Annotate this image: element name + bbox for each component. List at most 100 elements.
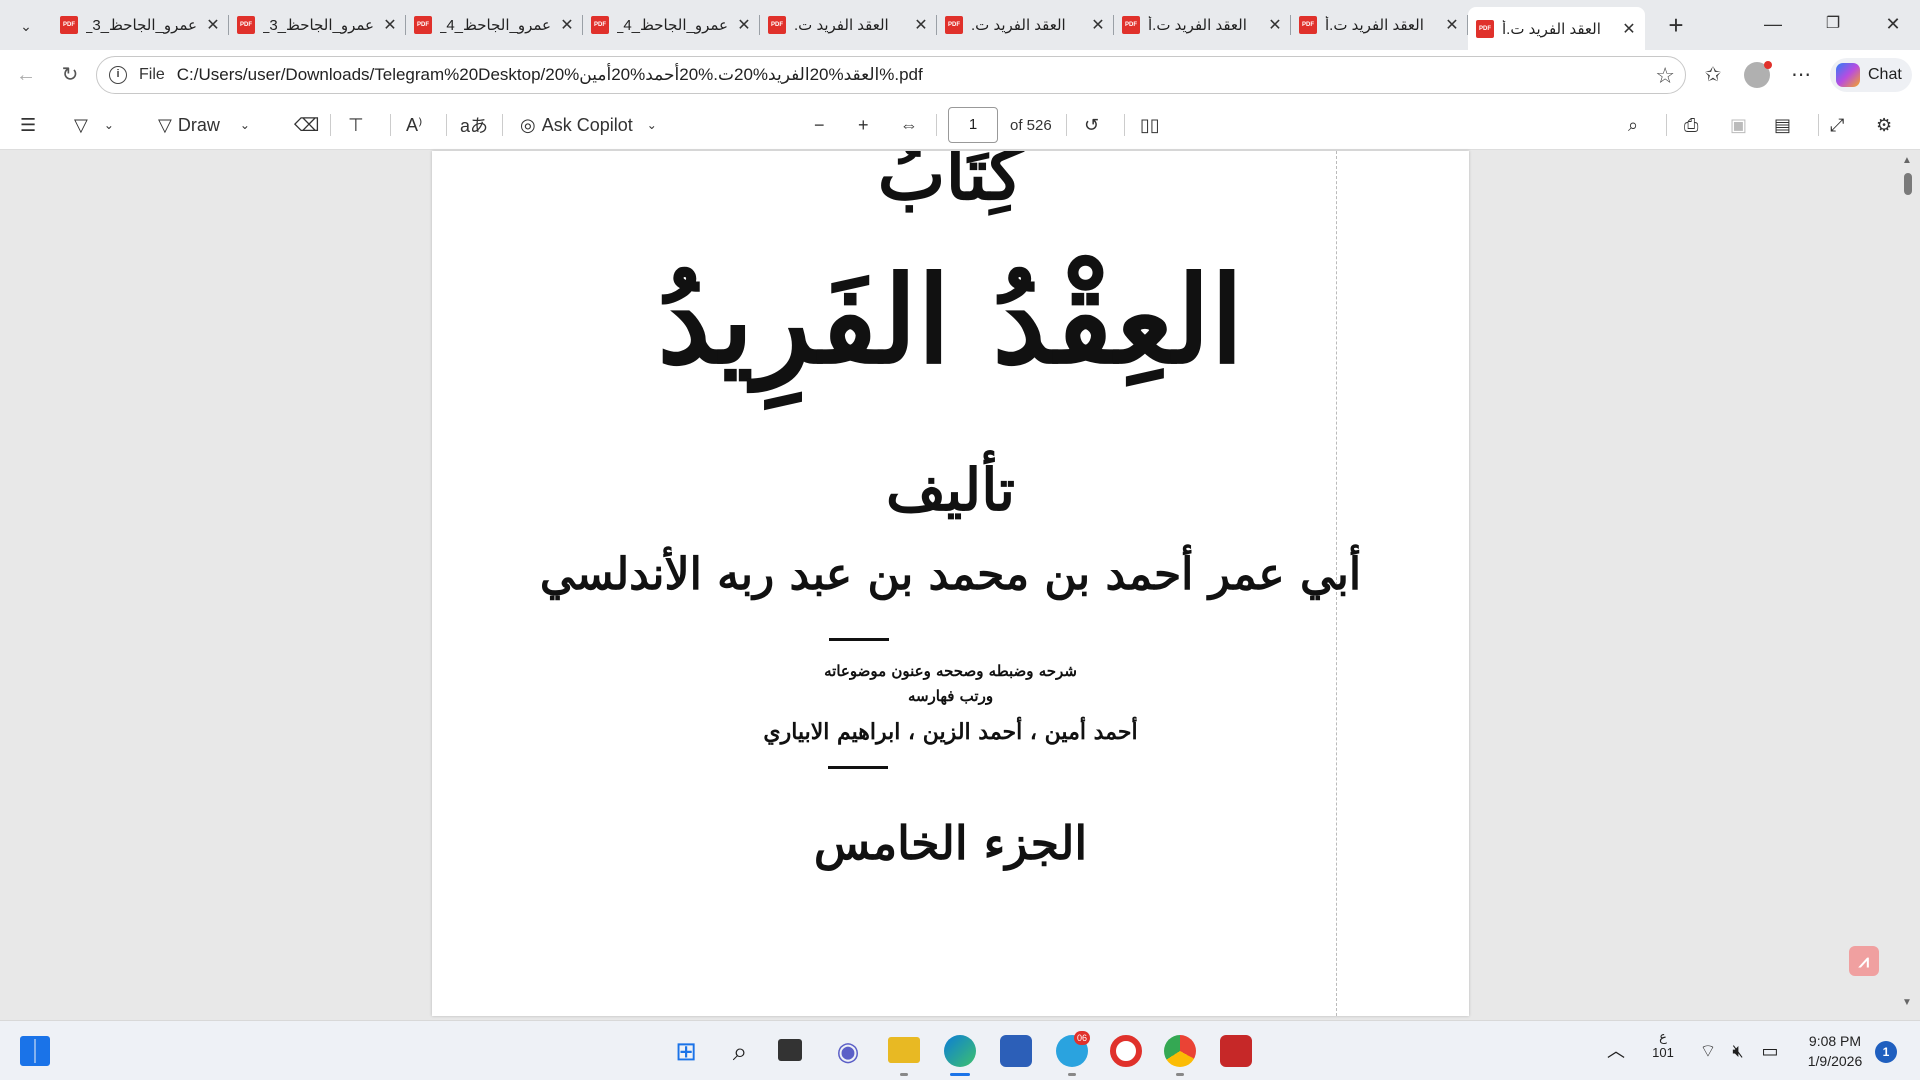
page-number-input[interactable]: 1 — [948, 107, 998, 143]
ask-copilot-button[interactable]: ◎ Ask Copilot ⌄ — [520, 110, 657, 140]
browser-tab[interactable]: PDF العقد الفريد ت. ✕ — [937, 7, 1114, 43]
restore-window-button[interactable]: ❐ — [1810, 8, 1856, 40]
windows-start-icon[interactable]: ⊞ — [668, 1033, 704, 1069]
browser-tab-active[interactable]: PDF العقد الفريد ت.أ ✕ — [1468, 7, 1645, 50]
page-view-button[interactable]: ▯▯ — [1140, 110, 1160, 140]
ask-copilot-label: Ask Copilot — [541, 114, 633, 135]
vertical-scrollbar[interactable]: ▲ ▼ — [1900, 151, 1914, 1016]
pdf-viewer[interactable]: كِتَابُ العِقْدُ الفَرِيدُ تأليف أبي عمر… — [0, 151, 1920, 1016]
favorites-icon[interactable]: ✩ — [1696, 59, 1730, 91]
page-total: of 526 — [1010, 117, 1052, 134]
pdf-file-icon: PDF — [945, 16, 963, 34]
contents-button[interactable]: ☰ — [20, 110, 36, 140]
credits-line-2: ورتب فهارسه — [907, 687, 994, 705]
navigation-bar: ← ↻ i File C:/Users/user/Downloads/Teleg… — [0, 50, 1920, 100]
copilot-outline-icon: ◎ — [520, 114, 536, 135]
close-tab-icon[interactable]: ✕ — [205, 15, 221, 35]
chrome-browser-icon[interactable] — [1164, 1035, 1196, 1067]
scroll-thumb[interactable] — [1904, 173, 1912, 195]
settings-button[interactable]: ⚙ — [1876, 110, 1892, 140]
close-tab-icon[interactable]: ✕ — [1444, 15, 1460, 35]
browser-tab[interactable]: PDF عمرو_الجاحظ_4_ا ✕ — [583, 7, 760, 43]
system-clock[interactable]: 9:08 PM 1/9/2026 — [1790, 1031, 1880, 1071]
search-icon[interactable]: ⌕ — [722, 1033, 758, 1069]
zoom-out-button[interactable]: − — [814, 110, 825, 140]
running-indicator — [1176, 1073, 1184, 1076]
scroll-down-icon[interactable]: ▼ — [1902, 997, 1912, 1008]
input-language-indicator[interactable]: ع 101 — [1648, 1029, 1678, 1060]
close-tab-icon[interactable]: ✕ — [1090, 15, 1106, 35]
pdf-file-icon: PDF — [1476, 19, 1494, 38]
translate-button[interactable]: aあ — [460, 110, 488, 140]
more-options-icon[interactable]: ⋯ — [1784, 59, 1818, 91]
divider-rule — [829, 638, 889, 641]
tab-title: عمرو_الجاحظ_4_ا — [617, 17, 728, 34]
scroll-up-icon[interactable]: ▲ — [1902, 155, 1912, 166]
print-button[interactable]: ⎙ — [1684, 110, 1698, 140]
browser-tab[interactable]: PDF العقد الفريد ت.أ ✕ — [1114, 7, 1291, 43]
rotate-button[interactable]: ↺ — [1084, 110, 1099, 140]
add-text-button[interactable]: ⊤ — [348, 110, 364, 140]
browser-tab[interactable]: PDF عمرو_الجاحظ_4_ا ✕ — [406, 7, 583, 43]
close-tab-icon[interactable]: ✕ — [382, 15, 398, 35]
author-name: أبي عمر أحمد بن محمد بن عبد ربه الأندلسي — [539, 549, 1362, 600]
browser-tab[interactable]: PDF العقد الفريد ت. ✕ — [760, 7, 937, 43]
chevron-up-icon[interactable]: ︿ — [1598, 1033, 1634, 1069]
acrobat-icon[interactable]: ⩘ — [1849, 946, 1879, 976]
list-icon: ☰ — [20, 114, 37, 135]
save-button[interactable]: ▣ — [1730, 110, 1747, 140]
edge-browser-icon[interactable] — [944, 1035, 976, 1067]
teams-chat-icon[interactable]: ◉ — [830, 1033, 866, 1069]
search-button[interactable]: ⌕ — [1628, 110, 1638, 140]
start-button[interactable] — [20, 1036, 50, 1066]
toolbar-divider — [1666, 114, 1667, 136]
favorite-star-icon[interactable]: ☆ — [1655, 63, 1675, 89]
url-text[interactable]: C:/Users/user/Downloads/Telegram%20Deskt… — [177, 65, 923, 85]
printer-icon: ⎙ — [1684, 114, 1699, 135]
pdf-reader-app-icon[interactable] — [1220, 1035, 1252, 1067]
pdf-file-icon: PDF — [60, 16, 78, 34]
toolbar-divider — [1066, 114, 1067, 136]
opera-browser-icon[interactable] — [1110, 1035, 1142, 1067]
language-code: 101 — [1652, 1045, 1674, 1060]
tab-strip: ⌄ PDF عمرو_الجاحظ_3_ا ✕ PDF عمرو_الجاحظ_… — [0, 0, 1920, 50]
close-tab-icon[interactable]: ✕ — [1267, 15, 1283, 35]
back-button[interactable]: ← — [10, 59, 42, 91]
page-view-icon: ▯▯ — [1140, 114, 1160, 135]
tab-title: العقد الفريد ت. — [971, 17, 1066, 34]
task-view-icon[interactable] — [778, 1039, 802, 1061]
draw-button[interactable]: ▽ Draw ⌄ — [158, 110, 250, 140]
notification-badge[interactable]: 1 — [1875, 1041, 1897, 1063]
zoom-in-button[interactable]: + — [858, 110, 869, 140]
address-bar[interactable]: i File C:/Users/user/Downloads/Telegram%… — [96, 56, 1686, 94]
fullscreen-button[interactable]: ⤢ — [1830, 110, 1844, 140]
battery-icon[interactable]: ▭ — [1752, 1033, 1788, 1069]
speaker-muted-icon[interactable]: 🔇︎ — [1720, 1033, 1756, 1069]
fit-to-width-button[interactable]: ⇔ — [900, 110, 918, 140]
read-aloud-button[interactable]: A⁾ — [406, 110, 422, 140]
minimize-window-button[interactable]: — — [1750, 8, 1796, 40]
new-tab-button[interactable]: + — [1660, 10, 1692, 42]
refresh-icon: ↻ — [61, 64, 79, 86]
info-icon[interactable]: i — [109, 66, 127, 84]
erase-button[interactable]: ⌫ — [294, 110, 319, 140]
copilot-chat-button[interactable]: Chat — [1830, 58, 1912, 92]
close-tab-icon[interactable]: ✕ — [559, 15, 575, 35]
translate-icon: aあ — [460, 116, 489, 136]
browser-tab[interactable]: PDF عمرو_الجاحظ_3_ا ✕ — [229, 7, 406, 43]
close-window-button[interactable]: ✕ — [1870, 8, 1916, 40]
save-as-button[interactable]: ▤ — [1774, 110, 1791, 140]
browser-tab[interactable]: PDF عمرو_الجاحظ_3_ا ✕ — [52, 7, 229, 43]
file-explorer-icon[interactable] — [888, 1037, 920, 1063]
taskbar: ⊞ ⌕ ◉ 06 ︿ ع 101 ⌔ 🔇︎ ▭ 9:08 PM 1/9/2026… — [0, 1020, 1920, 1080]
toolbar-divider — [1818, 114, 1819, 136]
highlight-button[interactable]: ▽ ⌄ — [74, 110, 114, 140]
tab-actions-menu-button[interactable]: ⌄ — [10, 10, 42, 42]
close-tab-icon[interactable]: ✕ — [913, 15, 929, 35]
microsoft-store-icon[interactable] — [1000, 1035, 1032, 1067]
text-box-icon: ⊤ — [348, 114, 364, 135]
browser-tab[interactable]: PDF العقد الفريد ت.أ ✕ — [1291, 7, 1468, 43]
close-tab-icon[interactable]: ✕ — [736, 15, 752, 35]
close-tab-icon[interactable]: ✕ — [1621, 19, 1637, 39]
refresh-button[interactable]: ↻ — [54, 59, 86, 91]
